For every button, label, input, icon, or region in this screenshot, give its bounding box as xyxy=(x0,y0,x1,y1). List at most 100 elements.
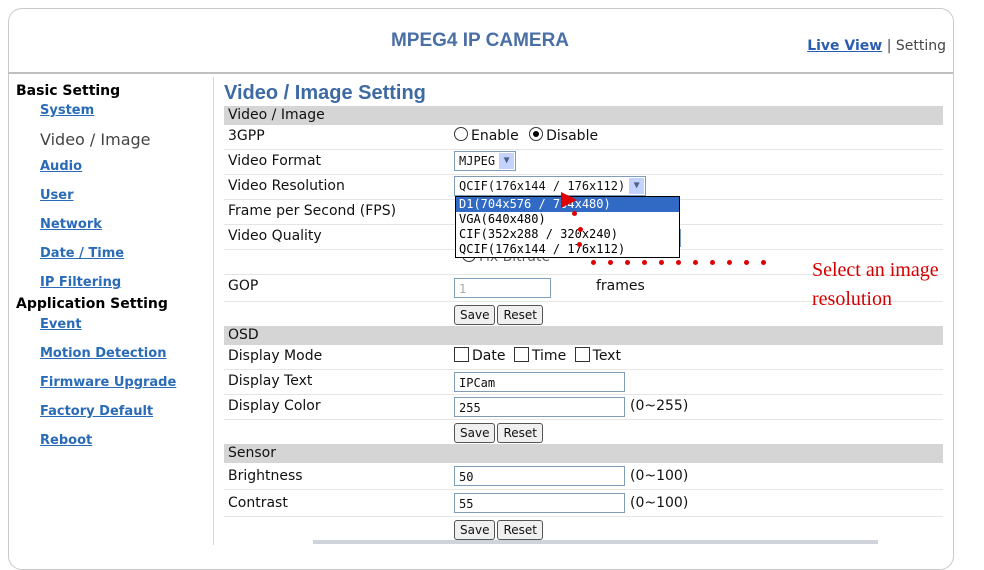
contrast-input[interactable]: 55 xyxy=(454,493,625,513)
video-quality-label: Video Quality xyxy=(228,228,322,244)
3gpp-options: Enable Disable xyxy=(454,125,598,147)
top-nav: Live View | Setting xyxy=(807,38,946,54)
save-button[interactable]: Save xyxy=(454,520,496,540)
sidebar-item-event[interactable]: Event xyxy=(40,315,206,344)
gop-placeholder: 1 xyxy=(459,282,467,296)
3gpp-label: 3GPP xyxy=(228,128,265,144)
sidebar-item-audio[interactable]: Audio xyxy=(40,157,206,186)
gop-label: GOP xyxy=(228,278,259,294)
reset-button[interactable]: Reset xyxy=(497,520,543,540)
display-text-label: Display Text xyxy=(228,373,313,389)
section-video-image: Video / Image xyxy=(224,106,943,125)
dropdown-option[interactable]: VGA(640x480) xyxy=(456,212,679,227)
annotation-dot xyxy=(710,260,715,265)
section-sensor: Sensor xyxy=(224,444,943,463)
row-osd-buttons: Save Reset xyxy=(224,420,943,444)
text-label: Text xyxy=(592,348,621,364)
section-label: OSD xyxy=(228,327,259,343)
annotation-dot xyxy=(676,260,681,265)
video-resolution-label: Video Resolution xyxy=(228,178,345,194)
row-video-format: Video Format MJPEG ▼ xyxy=(224,150,943,175)
display-color-label: Display Color xyxy=(228,398,321,414)
live-view-link[interactable]: Live View xyxy=(807,38,882,54)
display-color-range: (0~255) xyxy=(630,398,689,414)
sidebar-item-date-time[interactable]: Date / Time xyxy=(40,244,206,273)
text-checkbox[interactable] xyxy=(574,347,590,362)
annotation-dot xyxy=(572,211,577,216)
sidebar-item-user[interactable]: User xyxy=(40,186,206,215)
page-title: Video / Image Setting xyxy=(224,82,426,104)
sidebar-group-application: Application Setting xyxy=(16,296,168,312)
row-brightness: Brightness 50 (0~100) xyxy=(224,463,943,490)
brightness-input[interactable]: 50 xyxy=(454,466,625,486)
contrast-label: Contrast xyxy=(228,495,288,511)
row-contrast: Contrast 55 (0~100) xyxy=(224,490,943,517)
chevron-down-icon: ▼ xyxy=(499,153,515,169)
sidebar-item-factory-default[interactable]: Factory Default xyxy=(40,402,206,431)
nav-separator: | xyxy=(886,38,892,54)
sidebar-divider xyxy=(213,77,214,545)
sidebar-item-network[interactable]: Network xyxy=(40,215,206,244)
sidebar-item-video-image[interactable]: Video / Image xyxy=(40,129,206,157)
section-label: Sensor xyxy=(228,445,276,461)
disable-label: Disable xyxy=(546,128,599,144)
dropdown-option[interactable]: CIF(352x288 / 320x240) xyxy=(456,227,679,242)
annotation-dot xyxy=(578,227,583,232)
time-checkbox[interactable] xyxy=(513,347,529,362)
annotation-dot xyxy=(608,260,613,265)
video-resolution-select[interactable]: QCIF(176x144 / 176x112) ▼ xyxy=(454,176,647,196)
video-format-value: MJPEG xyxy=(459,154,496,168)
enable-radio[interactable] xyxy=(454,127,468,141)
row-display-mode: Display Mode Date Time Text xyxy=(224,345,943,370)
sidebar-item-system[interactable]: System xyxy=(40,101,206,129)
annotation-text: Select an image resolution xyxy=(812,256,939,314)
display-text-input[interactable]: IPCam xyxy=(454,372,625,392)
chevron-down-icon: ▼ xyxy=(629,178,645,194)
sidebar-group-basic: Basic Setting xyxy=(16,83,121,99)
fps-label: Frame per Second (FPS) xyxy=(228,203,397,219)
annotation-dot xyxy=(727,260,732,265)
annotation-dot xyxy=(744,260,749,265)
sidebar-item-reboot[interactable]: Reboot xyxy=(40,431,206,460)
setting-label: Setting xyxy=(895,38,946,54)
pointer-arrow-icon xyxy=(561,192,577,208)
annotation-dot xyxy=(659,260,664,265)
dropdown-option[interactable]: QCIF(176x144 / 176x112) xyxy=(456,242,679,257)
video-format-label: Video Format xyxy=(228,153,322,169)
disable-radio[interactable] xyxy=(529,127,544,141)
save-button[interactable]: Save xyxy=(454,305,496,325)
sidebar-item-motion-detection[interactable]: Motion Detection xyxy=(40,344,206,373)
annotation-dot xyxy=(625,260,630,265)
section-osd: OSD xyxy=(224,326,943,345)
contrast-range: (0~100) xyxy=(630,495,689,511)
reset-button[interactable]: Reset xyxy=(497,423,543,443)
enable-label: Enable xyxy=(471,128,519,144)
header: MPEG4 IP CAMERA Live View | Setting xyxy=(8,8,952,70)
date-checkbox[interactable] xyxy=(454,347,469,362)
section-label: Video / Image xyxy=(228,107,325,123)
video-resolution-value: QCIF(176x144 / 176x112) xyxy=(459,179,626,193)
annotation-dot xyxy=(761,260,766,265)
brightness-range: (0~100) xyxy=(630,468,689,484)
sidebar-item-ip-filtering[interactable]: IP Filtering xyxy=(40,273,206,293)
annotation-line-2: resolution xyxy=(812,288,892,310)
annotation-dot xyxy=(642,260,647,265)
horizontal-scrollbar[interactable] xyxy=(313,540,878,544)
gop-input[interactable]: 1 xyxy=(454,278,551,298)
save-button[interactable]: Save xyxy=(454,423,496,443)
gop-unit: frames xyxy=(596,278,645,294)
header-divider xyxy=(8,72,953,74)
brightness-label: Brightness xyxy=(228,468,303,484)
row-display-color: Display Color 255 (0~255) xyxy=(224,395,943,420)
display-color-input[interactable]: 255 xyxy=(454,397,625,417)
video-format-select[interactable]: MJPEG ▼ xyxy=(454,151,517,171)
sidebar: Basic Setting System Video / Image Audio… xyxy=(16,81,206,460)
annotation-line-1: Select an image xyxy=(812,259,939,281)
reset-button[interactable]: Reset xyxy=(497,305,543,325)
time-label: Time xyxy=(531,348,567,364)
display-mode-label: Display Mode xyxy=(228,348,323,364)
row-display-text: Display Text IPCam xyxy=(224,370,943,395)
annotation-dot xyxy=(693,260,698,265)
row-sensor-buttons: Save Reset xyxy=(224,517,943,541)
sidebar-item-firmware-upgrade[interactable]: Firmware Upgrade xyxy=(40,373,206,402)
